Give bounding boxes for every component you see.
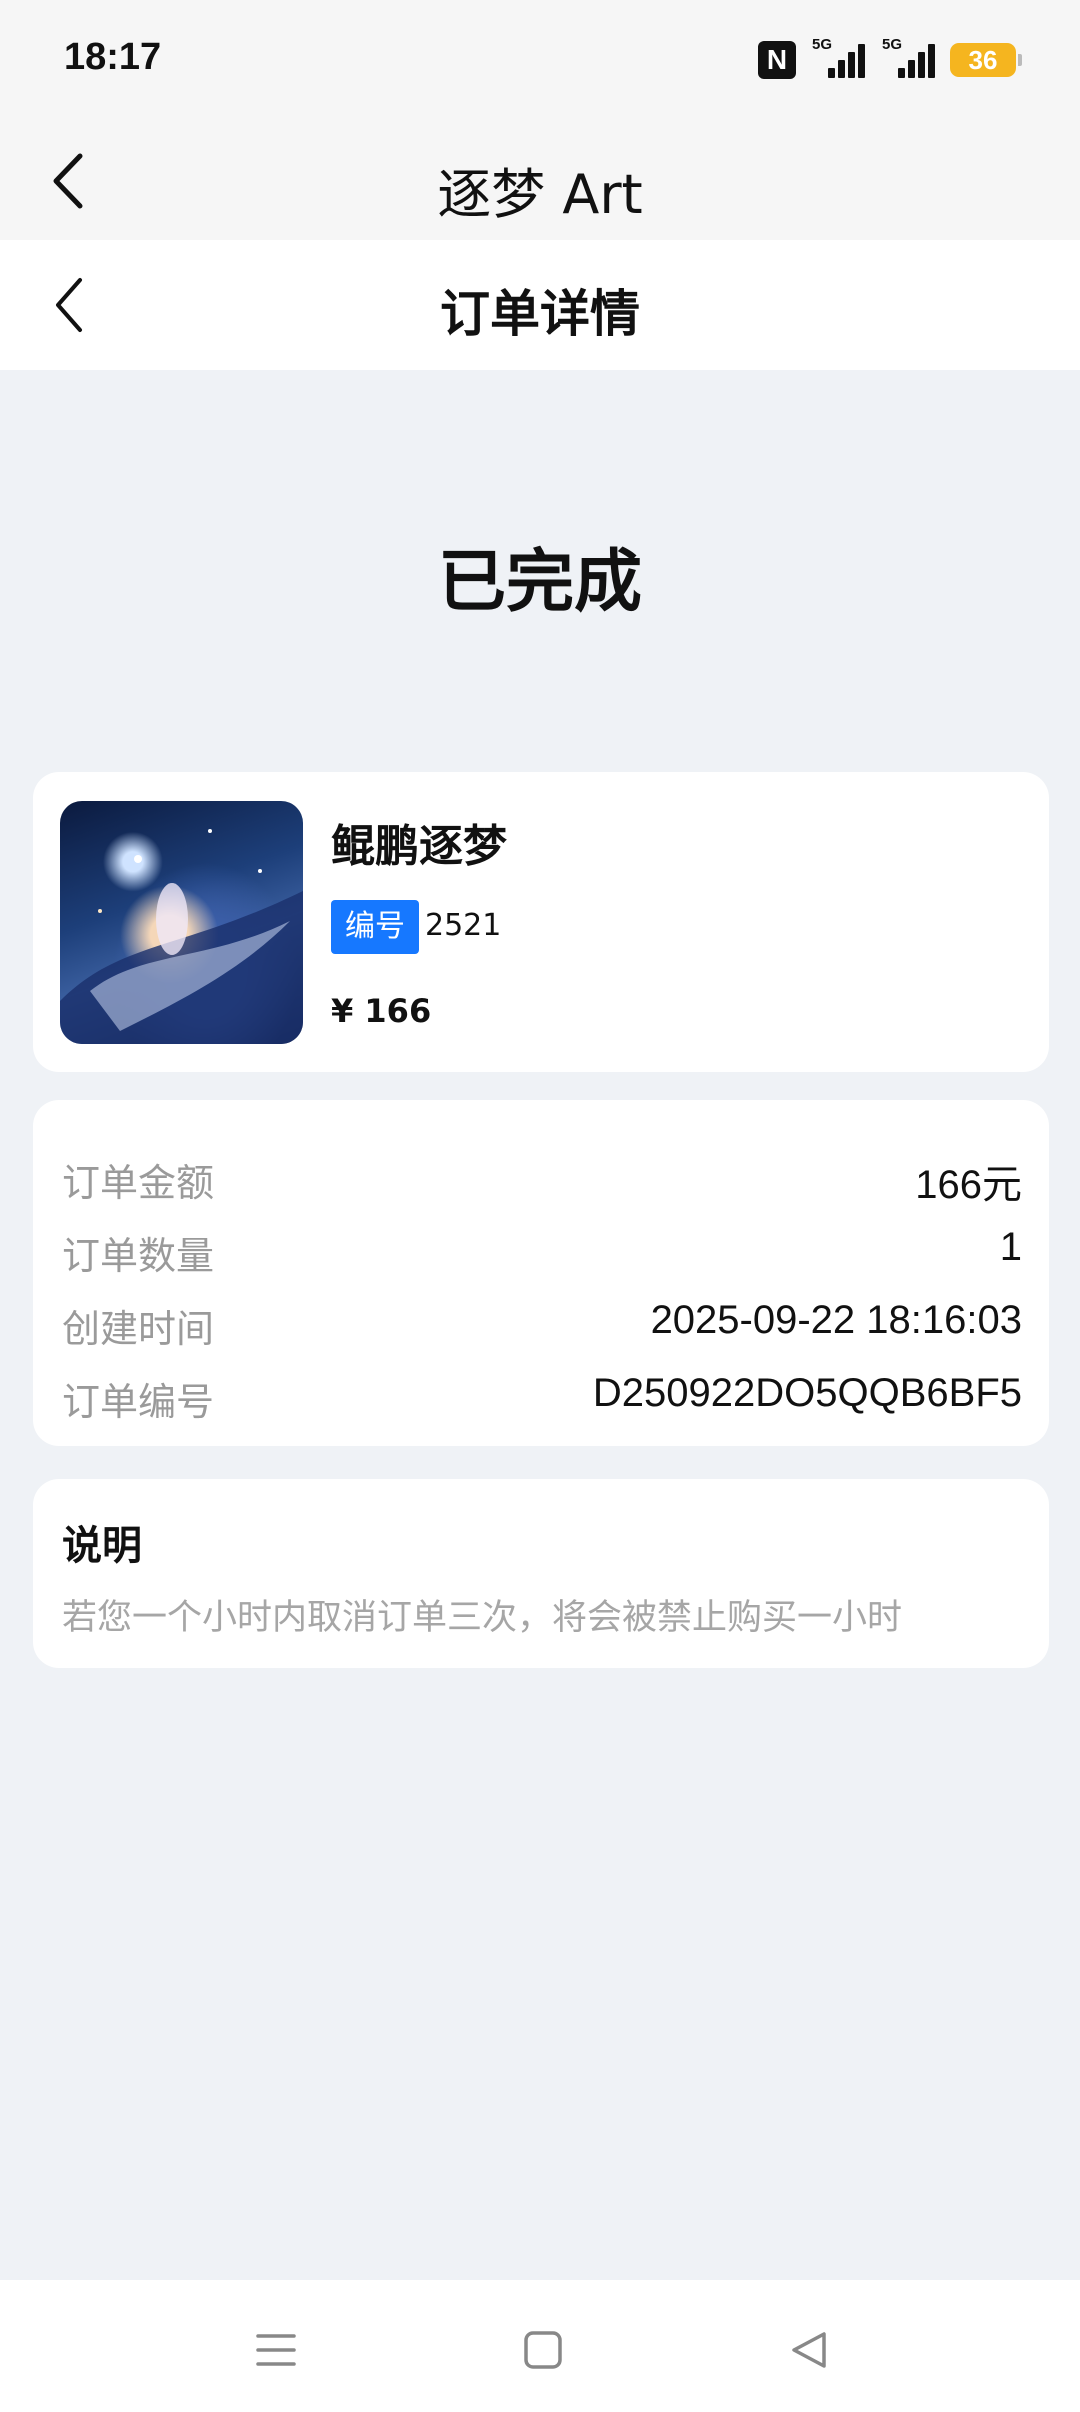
info-row-order-number: 订单编号 D250922DO5QQB6BF5 (62, 1371, 1022, 1424)
note-title: 说明 (62, 1523, 142, 1569)
info-value: 1 (999, 1225, 1022, 1269)
product-code: 2521 (425, 908, 502, 943)
product-name: 鲲鹏逐梦 (331, 821, 507, 872)
product-price: ¥ 166 (331, 992, 432, 1030)
page-title: 订单详情 (440, 285, 640, 343)
info-row-quantity: 订单数量 1 (62, 1225, 1022, 1278)
note-card: 说明 若您一个小时内取消订单三次，将会被禁止购买一小时 (33, 1479, 1049, 1668)
menu-button[interactable] (246, 2320, 306, 2380)
status-bar: 18:17 N 5G 5G 36 (0, 0, 1080, 122)
status-time: 18:17 (64, 36, 162, 78)
signal-icon: 5G (880, 36, 936, 80)
note-text: 若您一个小时内取消订单三次，将会被禁止购买一小时 (62, 1598, 903, 1638)
app-bar: 逐梦 Art (0, 122, 1080, 240)
artwork-image (60, 829, 303, 1044)
info-label: 订单金额 (62, 1161, 215, 1205)
product-card[interactable]: 鲲鹏逐梦 编号 2521 ¥ 166 (33, 772, 1049, 1072)
info-value[interactable]: D250922DO5QQB6BF5 (593, 1371, 1022, 1416)
battery-icon: 36 (950, 43, 1022, 77)
status-icons: N 5G 5G 36 (758, 36, 1022, 80)
page-header: 订单详情 (0, 240, 1080, 370)
info-label: 创建时间 (62, 1307, 215, 1351)
order-status: 已完成 (437, 543, 642, 622)
order-info-card: 订单金额 166元 订单数量 1 创建时间 2025-09-22 18:16:0… (33, 1100, 1049, 1446)
app-title: 逐梦 Art (437, 163, 643, 226)
system-nav-bar (0, 2280, 1080, 2412)
signal-label: 5G (882, 36, 903, 53)
nfc-icon: N (758, 41, 796, 79)
info-label: 订单编号 (62, 1380, 215, 1424)
info-row-created-time: 创建时间 2025-09-22 18:16:03 (62, 1298, 1022, 1351)
home-button[interactable] (513, 2320, 573, 2380)
signal-icon: 5G (810, 36, 866, 80)
menu-icon (256, 2334, 296, 2366)
back-button[interactable] (780, 2320, 840, 2380)
signal-label: 5G (812, 36, 833, 53)
info-row-amount: 订单金额 166元 (62, 1152, 1022, 1207)
back-triangle-icon (792, 2332, 826, 2368)
info-value: 166元 (915, 1163, 1022, 1207)
code-badge: 编号 (331, 900, 419, 954)
home-square-icon (524, 2331, 562, 2369)
product-thumbnail (60, 801, 303, 1044)
info-value: 2025-09-22 18:16:03 (650, 1298, 1022, 1342)
info-label: 订单数量 (62, 1234, 215, 1278)
